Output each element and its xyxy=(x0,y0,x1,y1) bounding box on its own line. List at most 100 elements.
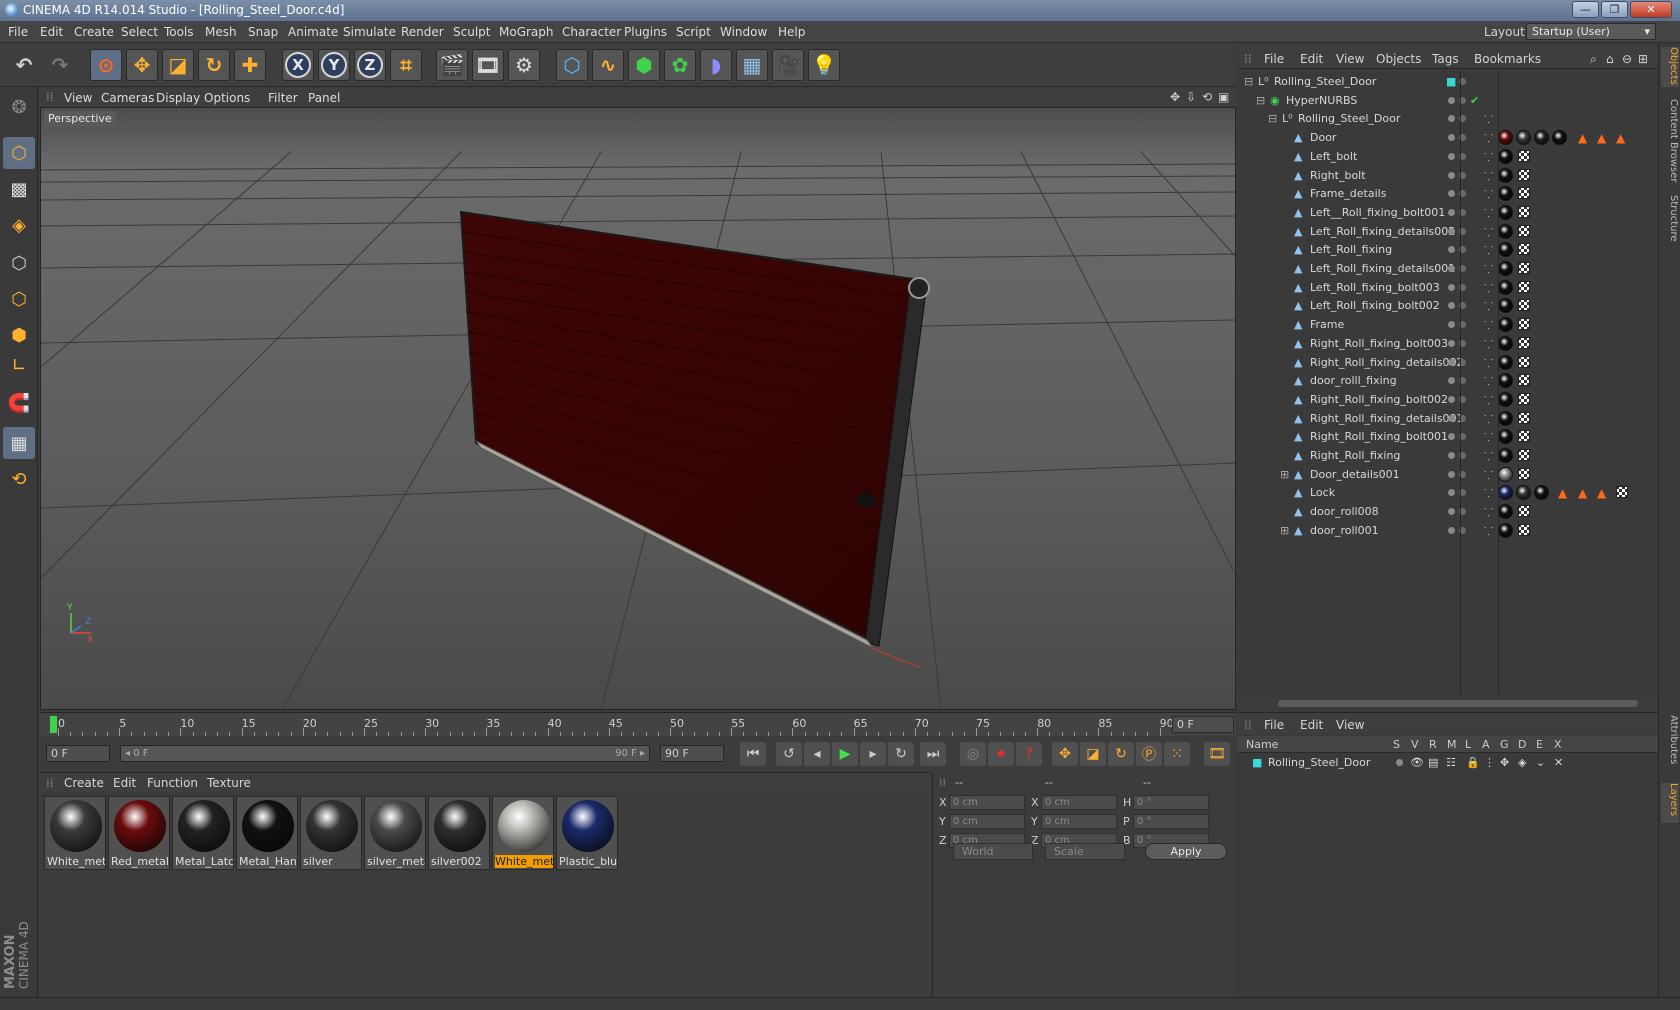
menu-create[interactable]: Create xyxy=(74,25,114,39)
nurbs-icon[interactable]: ⬢ xyxy=(628,49,660,81)
editor-visibility-dot[interactable] xyxy=(1448,283,1455,291)
layer-row[interactable]: ■ Rolling_Steel_Door 👁 ▤ ☷ 🔒 ⋮ ✥ ◈ ⌄ ✕ xyxy=(1238,753,1658,773)
size-x-field[interactable]: 0 cm xyxy=(1041,795,1117,810)
material-tag-icon[interactable] xyxy=(1534,130,1549,146)
material-tag-icon[interactable] xyxy=(1498,242,1513,258)
editor-visibility-dot[interactable] xyxy=(1448,433,1455,441)
objects-menu-tags[interactable]: Tags xyxy=(1432,52,1459,66)
minimize-button[interactable]: — xyxy=(1572,1,1599,18)
material-tag-icon[interactable] xyxy=(1498,204,1513,220)
expand-toggle-icon[interactable]: ⊞ xyxy=(1280,524,1289,537)
material-menu-function[interactable]: Function xyxy=(147,776,198,790)
points-mode-icon[interactable]: ⬡ xyxy=(3,247,35,279)
start-frame-field[interactable]: 0 F xyxy=(46,745,110,762)
selection-tag-icon[interactable]: ▲ xyxy=(1578,486,1587,500)
object-row[interactable]: ▲ Left_Roll_fixing ⸪ xyxy=(1238,240,1658,260)
editor-visibility-dot[interactable] xyxy=(1448,302,1455,310)
render-picture-viewer-icon[interactable]: 🎞 xyxy=(472,49,504,81)
material-swatch[interactable]: Red_metal_ xyxy=(108,796,170,870)
uvw-tag-icon[interactable] xyxy=(1518,523,1530,536)
z-axis-lock-icon[interactable]: Z xyxy=(354,49,386,81)
workplane-lock-icon[interactable]: ▦ xyxy=(3,427,35,459)
tab-structure[interactable]: Structure xyxy=(1661,195,1679,247)
menu-select[interactable]: Select xyxy=(121,25,158,39)
material-swatch[interactable]: silver_meta xyxy=(364,796,426,870)
selection-tag-icon[interactable]: ▲ xyxy=(1578,131,1587,145)
phong-tag-icon[interactable]: ⸪ xyxy=(1484,169,1493,184)
phong-tag-icon[interactable]: ⸪ xyxy=(1484,243,1493,258)
material-swatch[interactable]: White_met xyxy=(44,796,106,870)
material-tag-icon[interactable] xyxy=(1498,485,1513,501)
uvw-tag-icon[interactable] xyxy=(1518,299,1530,312)
object-row[interactable]: ▲ Right_Roll_fixing_bolt001 ⸪ xyxy=(1238,427,1658,447)
object-row[interactable]: ▲ door_roll008 ⸪ xyxy=(1238,502,1658,522)
layer-render-icon[interactable]: ▤ xyxy=(1428,756,1438,769)
tab-objects[interactable]: Objects xyxy=(1661,47,1679,87)
enabled-check-icon[interactable]: ✔ xyxy=(1470,94,1479,107)
editor-visibility-dot[interactable] xyxy=(1448,246,1455,254)
tab-layers[interactable]: Layers xyxy=(1661,783,1679,823)
workplane-icon[interactable]: ◈ xyxy=(3,209,35,241)
selection-tag-icon[interactable]: ▲ xyxy=(1558,486,1567,500)
object-row[interactable]: ▲ Lock ⸪ ▲ ▲ ▲ xyxy=(1238,483,1658,503)
add-tool-icon[interactable]: ✚ xyxy=(234,49,266,81)
phong-tag-icon[interactable]: ⸪ xyxy=(1484,150,1493,165)
polygons-mode-icon[interactable]: ⬢ xyxy=(3,319,35,351)
menu-character[interactable]: Character xyxy=(562,25,621,39)
material-swatch[interactable]: Plastic_blu xyxy=(556,796,618,870)
uvw-tag-icon[interactable] xyxy=(1518,318,1530,331)
menu-snap[interactable]: Snap xyxy=(248,25,278,39)
render-settings-icon[interactable]: ⚙ xyxy=(508,49,540,81)
menu-animate[interactable]: Animate xyxy=(288,25,338,39)
editor-visibility-dot[interactable] xyxy=(1448,358,1455,366)
editor-visibility-dot[interactable] xyxy=(1448,339,1455,347)
viewport-move-icon[interactable]: ✥ xyxy=(1170,90,1180,104)
next-key-icon[interactable]: ↻ xyxy=(888,742,914,766)
layer-xref-icon[interactable]: ✕ xyxy=(1554,756,1563,769)
selection-tag-icon[interactable]: ▲ xyxy=(1597,486,1606,500)
previous-frame-icon[interactable]: ◂ xyxy=(804,742,830,766)
phong-tag-icon[interactable]: ⸪ xyxy=(1484,187,1493,202)
object-row[interactable]: ⊞ ▲ door_roll001 ⸪ xyxy=(1238,521,1658,541)
layers-menu-file[interactable]: File xyxy=(1264,718,1284,732)
edges-mode-icon[interactable]: ⬡ xyxy=(3,283,35,315)
editor-visibility-dot[interactable] xyxy=(1448,96,1455,104)
expand-toggle-icon[interactable]: ⊟ xyxy=(1256,94,1265,107)
editor-visibility-dot[interactable] xyxy=(1448,265,1455,272)
camera-icon[interactable]: 🎥 xyxy=(772,49,804,81)
size-mode-select[interactable]: Scale xyxy=(1045,843,1125,860)
material-tag-icon[interactable] xyxy=(1498,410,1513,426)
layer-view-icon[interactable]: 👁 xyxy=(1410,756,1424,769)
editor-visibility-dot[interactable] xyxy=(1448,134,1455,142)
spline-icon[interactable]: ∿ xyxy=(592,49,624,81)
material-tag-icon[interactable] xyxy=(1498,391,1513,407)
menu-file[interactable]: File xyxy=(8,25,28,39)
viewport-menu-panel[interactable]: Panel xyxy=(308,91,340,105)
material-menu-edit[interactable]: Edit xyxy=(113,776,136,790)
editor-visibility-dot[interactable] xyxy=(1448,171,1455,179)
layer-lock-icon[interactable]: 🔒 xyxy=(1466,756,1480,769)
floor-icon[interactable]: ▦ xyxy=(736,49,768,81)
material-tag-icon[interactable] xyxy=(1498,148,1513,164)
home-icon[interactable]: ⌂ xyxy=(1606,52,1614,66)
menu-simulate[interactable]: Simulate xyxy=(343,25,396,39)
new-window-icon[interactable]: ⊞ xyxy=(1638,52,1648,66)
keyframe-selection-icon[interactable]: ? xyxy=(1016,742,1042,766)
phong-tag-icon[interactable]: ⸪ xyxy=(1484,318,1493,333)
light-icon[interactable]: 💡 xyxy=(808,49,840,81)
key-parameter-icon[interactable]: Ⓟ xyxy=(1136,742,1162,766)
playhead[interactable] xyxy=(50,716,57,733)
layer-deformer-icon[interactable]: ◈ xyxy=(1518,756,1526,769)
phong-tag-icon[interactable]: ⸪ xyxy=(1484,412,1493,427)
uvw-tag-icon[interactable] xyxy=(1518,149,1530,162)
material-tag-icon[interactable] xyxy=(1498,354,1513,370)
object-row[interactable]: ▲ Right_bolt ⸪ xyxy=(1238,166,1658,186)
locked-workplane-icon[interactable]: ⟲ xyxy=(3,463,35,495)
y-axis-lock-icon[interactable]: Y xyxy=(318,49,350,81)
uvw-tag-icon[interactable] xyxy=(1518,280,1530,293)
editor-visibility-dot[interactable] xyxy=(1448,152,1455,160)
object-row[interactable]: ▲ Door ⸪ ▲ ▲ ▲ xyxy=(1238,128,1658,148)
objects-menu-edit[interactable]: Edit xyxy=(1300,52,1323,66)
selection-tag-icon[interactable]: ▲ xyxy=(1616,131,1625,145)
phong-tag-icon[interactable]: ⸪ xyxy=(1484,262,1493,277)
